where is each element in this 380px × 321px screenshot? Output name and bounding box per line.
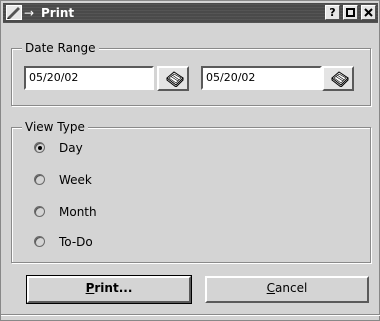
close-button[interactable] [361,5,376,20]
maximize-button[interactable] [343,5,358,20]
help-button[interactable]: ? [325,5,340,20]
radio-month-button[interactable] [34,206,45,217]
start-date-input[interactable]: 05/20/02 [24,66,154,90]
title-bar[interactable]: → Print ? [3,3,378,23]
radio-todo-button[interactable] [34,236,45,247]
print-button[interactable]: Print... [26,275,192,304]
window-title: Print [41,6,75,20]
app-menu-icon[interactable] [6,5,22,20]
cancel-button[interactable]: Cancel [205,276,369,303]
radio-week-label: Week [59,173,92,187]
close-icon [364,8,373,17]
end-date-calendar-button[interactable] [322,66,354,91]
radio-month-label: Month [59,205,97,219]
radio-day-label: Day [59,141,83,155]
date-range-label: Date Range [22,41,99,55]
calendar-icon [166,71,184,87]
window-bottom-frame [1,315,380,321]
start-date-calendar-button[interactable] [157,66,189,91]
radio-week-button[interactable] [34,174,45,185]
maximize-icon [346,8,355,17]
print-button-label: rint... [94,281,133,295]
calendar-icon [331,71,349,87]
radio-day-button[interactable] [34,142,45,153]
end-date-input[interactable]: 05/20/02 [201,66,322,90]
view-type-label: View Type [22,120,88,134]
print-dialog: → Print ? Date Range 05/20/02 05/20/02 V… [0,0,380,321]
cancel-mnemonic: C [266,281,276,295]
title-arrow-icon: → [24,6,35,20]
radio-todo-label: To-Do [59,235,93,249]
cancel-button-label: ancel [275,281,308,295]
